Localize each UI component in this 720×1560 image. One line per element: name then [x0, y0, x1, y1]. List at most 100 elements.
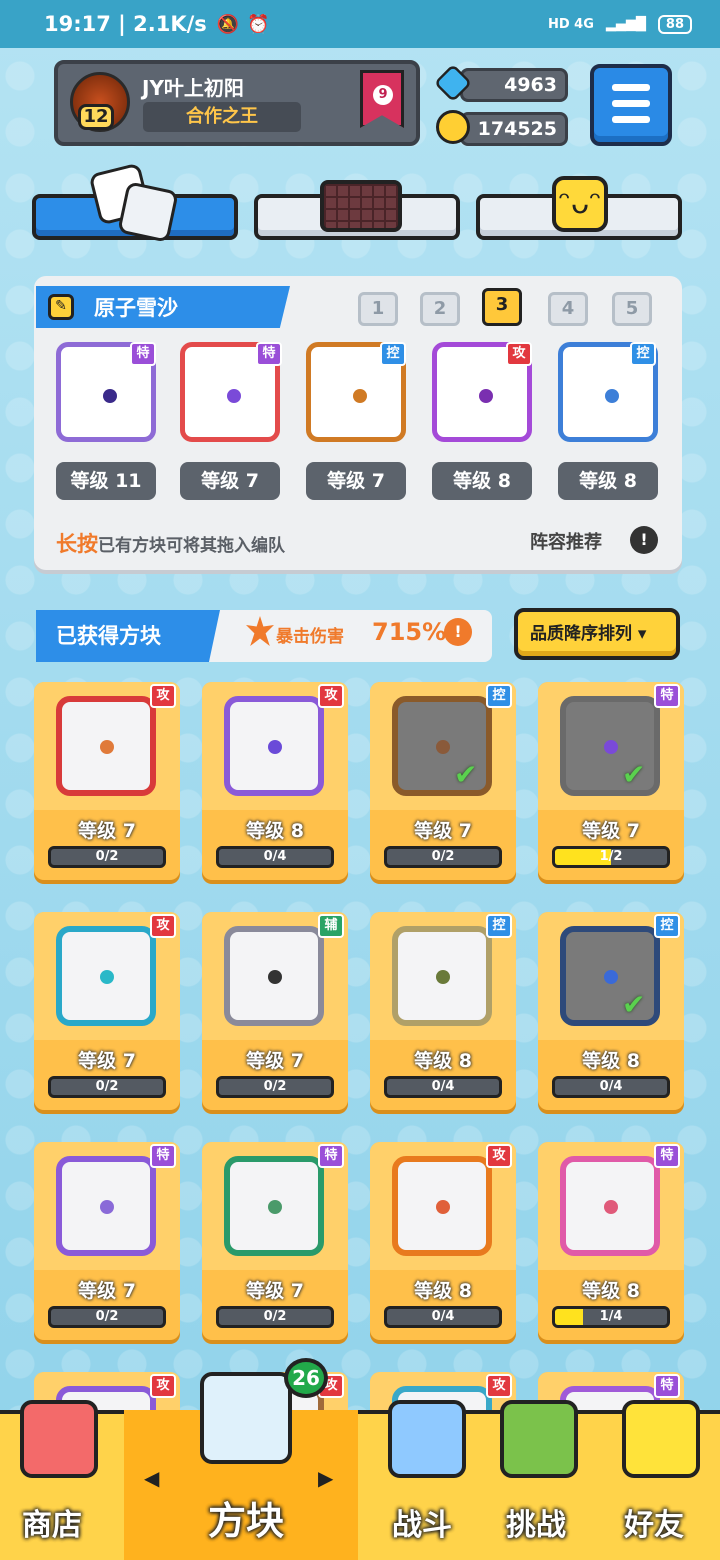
block-core: [227, 389, 241, 403]
progress-text: 1/4: [599, 1309, 623, 1324]
board-icon: [320, 180, 402, 232]
sort-dropdown[interactable]: 品质降序排列 ▾: [514, 608, 680, 660]
deck-name: 原子雪沙: [94, 296, 178, 320]
nav-friends[interactable]: 好友: [624, 1500, 684, 1544]
shop-icon[interactable]: [20, 1400, 98, 1478]
menu-button[interactable]: [590, 64, 672, 146]
block-icon: [56, 1156, 156, 1256]
block-card[interactable]: 攻等级 8 0/4: [370, 1142, 516, 1340]
upgrade-progress-bar: 0/2: [216, 1306, 334, 1328]
block-type-tag: 控: [486, 684, 512, 708]
crit-info-icon[interactable]: !: [444, 618, 472, 646]
equipped-check-icon: ✔: [622, 988, 646, 1021]
slot-tag-1: 特: [130, 342, 156, 366]
block-core: [268, 1200, 282, 1214]
signal-icon: ▂▄▆█: [605, 16, 646, 32]
block-core: [604, 970, 618, 984]
menu-icon-line: [612, 100, 650, 107]
nav-shop[interactable]: 商店: [22, 1500, 82, 1544]
nav-next-arrow-icon[interactable]: ▶: [318, 1466, 333, 1490]
block-icon: [224, 926, 324, 1026]
block-icon: [392, 926, 492, 1026]
deck-page-3[interactable]: 3: [482, 288, 522, 326]
battery-indicator: 88: [657, 14, 692, 34]
nav-prev-arrow-icon[interactable]: ◀: [144, 1466, 159, 1490]
equipped-check-icon: ✔: [454, 758, 478, 791]
block-icon: [560, 1156, 660, 1256]
block-level: 等级 8: [414, 1280, 472, 1302]
block-card[interactable]: ✔ 控等级 8 0/4: [538, 912, 684, 1110]
coin-counter: 174525: [460, 112, 568, 146]
block-core: [100, 740, 114, 754]
block-core: [436, 740, 450, 754]
menu-icon: [612, 84, 650, 91]
upgrade-progress-bar: 0/2: [48, 1306, 166, 1328]
block-card[interactable]: 特等级 7 0/2: [202, 1142, 348, 1340]
progress-text: 0/2: [95, 1079, 119, 1094]
slot-level-2: 等级 7: [180, 462, 280, 500]
block-level: 等级 7: [246, 1050, 304, 1072]
block-type-tag: 攻: [150, 1374, 176, 1398]
deck-page-2[interactable]: 2: [420, 292, 460, 326]
block-level: 等级 7: [78, 820, 136, 842]
block-icon: [392, 1156, 492, 1256]
block-level: 等级 8: [246, 820, 304, 842]
hint-key: 长按: [56, 532, 98, 556]
block-level: 等级 8: [582, 1050, 640, 1072]
block-level: 等级 8: [582, 1280, 640, 1302]
block-card[interactable]: 特等级 8 1/4: [538, 1142, 684, 1340]
block-level: 等级 7: [78, 1280, 136, 1302]
slot-tag-2: 特: [256, 342, 282, 366]
recommend-link[interactable]: 阵容推荐: [530, 528, 602, 554]
block-cube-icon[interactable]: [200, 1372, 292, 1464]
deck-page-4[interactable]: 4: [548, 292, 588, 326]
crit-value: 715%: [372, 618, 447, 646]
block-card[interactable]: 攻等级 7 0/2: [34, 912, 180, 1110]
info-icon[interactable]: !: [630, 526, 658, 554]
block-card[interactable]: 控等级 8 0/4: [370, 912, 516, 1110]
block-core: [268, 970, 282, 984]
block-type-tag: 控: [654, 914, 680, 938]
dice-icon-2: [117, 181, 179, 243]
deck-page-5[interactable]: 5: [612, 292, 652, 326]
block-type-tag: 攻: [486, 1374, 512, 1398]
challenge-sign-icon[interactable]: [500, 1400, 578, 1478]
status-bar: 19:17 | 2.1K/s 🔕 ⏰ HD 4G ▂▄▆█ 88: [0, 0, 720, 48]
gem-counter: 4963: [460, 68, 568, 102]
block-level: 等级 7: [414, 820, 472, 842]
block-card[interactable]: 辅等级 7 0/2: [202, 912, 348, 1110]
block-type-tag: 攻: [150, 914, 176, 938]
menu-icon-line: [612, 116, 650, 123]
battle-shield-icon[interactable]: [388, 1400, 466, 1478]
block-type-tag: 特: [654, 1374, 680, 1398]
player-level: 12: [78, 104, 114, 130]
owned-title: 已获得方块: [36, 610, 220, 662]
block-card[interactable]: ✔ 控等级 7 0/2: [370, 682, 516, 880]
block-type-tag: 控: [486, 914, 512, 938]
progress-text: 0/4: [431, 1309, 455, 1324]
block-type-tag: 攻: [150, 684, 176, 708]
slot-tag-5: 控: [630, 342, 656, 366]
block-card[interactable]: ✔ 特等级 7 1/2: [538, 682, 684, 880]
deck-title-bar[interactable]: ✎ 原子雪沙: [36, 286, 290, 328]
block-icon: [224, 696, 324, 796]
player-name: JY叶上初阳: [142, 76, 244, 100]
friends-icon[interactable]: [622, 1400, 700, 1478]
block-core: [479, 389, 493, 403]
rank-number: 9: [373, 85, 393, 105]
block-card[interactable]: 攻等级 8 0/4: [202, 682, 348, 880]
block-card[interactable]: 特等级 7 0/2: [34, 1142, 180, 1340]
block-card[interactable]: 攻等级 7 0/2: [34, 682, 180, 880]
nav-challenge[interactable]: 挑战: [506, 1500, 566, 1544]
nav-blocks[interactable]: 方块: [208, 1490, 284, 1545]
block-level: 等级 8: [414, 1050, 472, 1072]
upgrade-progress-bar: 0/4: [216, 846, 334, 868]
nav-battle[interactable]: 战斗: [392, 1500, 452, 1544]
progress-text: 0/2: [95, 849, 119, 864]
slot-level-1: 等级 11: [56, 462, 156, 500]
deck-page-1[interactable]: 1: [358, 292, 398, 326]
mute-icon: 🔕: [216, 13, 240, 35]
block-core: [103, 389, 117, 403]
slot-level-3: 等级 7: [306, 462, 406, 500]
block-core: [268, 740, 282, 754]
